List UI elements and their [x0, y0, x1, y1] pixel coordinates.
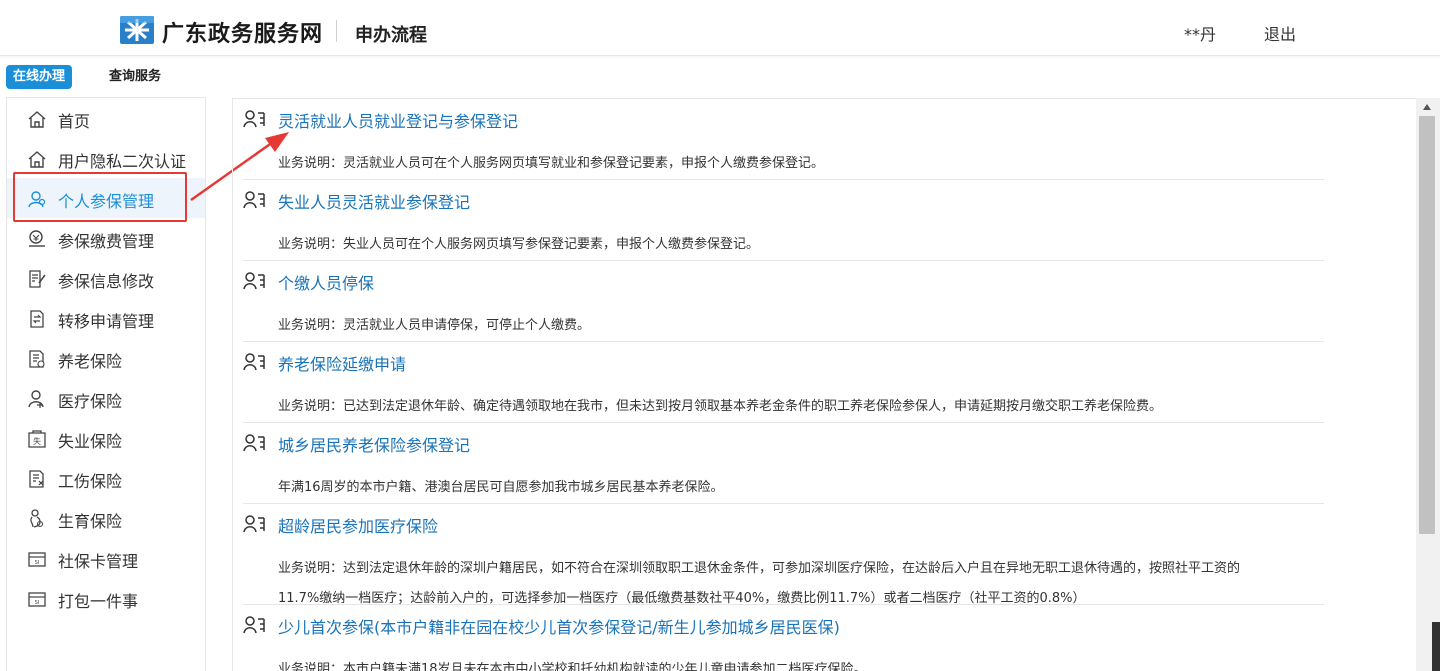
sidebar-item-0[interactable]: 首页 — [7, 98, 205, 138]
service-title-link[interactable]: 城乡居民养老保险参保登记 — [278, 432, 470, 456]
sidebar-item-4[interactable]: 参保信息修改 — [7, 258, 205, 298]
sidebar-item-6[interactable]: 养老保险 — [7, 338, 205, 378]
service-person-list-icon — [243, 110, 265, 128]
site-title: 广东政务服务网 — [162, 22, 324, 47]
sidebar-item-8[interactable]: 失 失业保险 — [7, 418, 205, 458]
service-person-list-icon — [243, 515, 265, 533]
sidebar-item-label: 转移申请管理 — [58, 312, 155, 331]
pension-doc-icon — [27, 349, 47, 369]
sidebar-item-label: 用户隐私二次认证 — [58, 152, 187, 171]
service-item: 少儿首次参保(本市户籍非在园在校少儿首次参保登记/新生儿参加城乡居民医保) 业务说… — [243, 605, 1324, 671]
header-divider — [336, 20, 337, 42]
home-icon — [27, 109, 47, 129]
service-title-link[interactable]: 个缴人员停保 — [278, 270, 374, 294]
sidebar-item-label: 失业保险 — [58, 432, 123, 451]
service-person-list-icon — [243, 353, 265, 371]
service-person-list-icon — [243, 272, 265, 290]
site-logo-icon — [120, 16, 154, 44]
package-icon: SI — [27, 589, 47, 609]
sidebar-item-label: 参保信息修改 — [58, 272, 155, 291]
service-description: 业务说明：已达到法定退休年龄、确定待遇领取地在我市，但未达到按月领取基本养老金条… — [278, 399, 1163, 414]
medical-person-icon — [27, 389, 47, 409]
scroll-up-icon[interactable] — [1423, 104, 1431, 110]
injury-doc-icon — [27, 469, 47, 489]
sidebar-item-11[interactable]: SI 社保卡管理 — [7, 538, 205, 578]
service-person-list-icon — [243, 434, 265, 452]
sidebar-item-10[interactable]: 生育保险 — [7, 498, 205, 538]
sidebar-item-label: 工伤保险 — [58, 472, 123, 491]
service-description: 业务说明：灵活就业人员可在个人服务网页填写就业和参保登记要素，申报个人缴费参保登… — [278, 156, 825, 171]
sidebar-item-label: 参保缴费管理 — [58, 232, 155, 251]
edit-doc-icon — [27, 269, 47, 289]
annotation-highlight-box — [13, 172, 187, 222]
service-description: 业务说明：灵活就业人员申请停保，可停止个人缴费。 — [278, 318, 591, 333]
service-description: 年满16周岁的本市户籍、港澳台居民可自愿参加我市城乡居民基本养老保险。 — [278, 480, 724, 495]
service-title-link[interactable]: 养老保险延缴申请 — [278, 351, 406, 375]
service-title-link[interactable]: 少儿首次参保(本市户籍非在园在校少儿首次参保登记/新生儿参加城乡居民医保) — [278, 614, 840, 638]
page-title: 申办流程 — [355, 25, 427, 46]
tab-online-service[interactable]: 在线办理 — [6, 65, 72, 89]
service-title-link[interactable]: 灵活就业人员就业登记与参保登记 — [278, 108, 518, 132]
sidebar-item-label: 医疗保险 — [58, 392, 123, 411]
sidebar-item-9[interactable]: 工伤保险 — [7, 458, 205, 498]
payment-icon — [27, 229, 47, 249]
service-item: 个缴人员停保业务说明：灵活就业人员申请停保，可停止个人缴费。 — [243, 261, 1324, 342]
sidebar-item-3[interactable]: 参保缴费管理 — [7, 218, 205, 258]
scroll-corner — [1432, 622, 1440, 671]
header: 广东政务服务网 申办流程 **丹 退出 — [0, 0, 1440, 56]
sidebar-item-5[interactable]: 转移申请管理 — [7, 298, 205, 338]
sidebar-item-label: 养老保险 — [58, 352, 123, 371]
service-item: 失业人员灵活就业参保登记业务说明：失业人员可在个人服务网页填写参保登记要素，申报… — [243, 180, 1324, 261]
sidebar-item-label: 首页 — [58, 112, 91, 131]
scrollbar[interactable] — [1416, 98, 1440, 671]
home-icon — [27, 149, 47, 169]
service-person-list-icon — [243, 191, 265, 209]
sidebar-item-7[interactable]: 医疗保险 — [7, 378, 205, 418]
sidebar-item-label: 生育保险 — [58, 512, 123, 531]
service-list: 灵活就业人员就业登记与参保登记业务说明：灵活就业人员可在个人服务网页填写就业和参… — [232, 98, 1440, 671]
service-description: 业务说明：本市户籍未满18岁且未在本市中小学校和托幼机构就读的少年儿童申请参加二… — [278, 662, 867, 671]
service-item: 养老保险延缴申请业务说明：已达到法定退休年龄、确定待遇领取地在我市，但未达到按月… — [243, 342, 1324, 423]
service-item: 城乡居民养老保险参保登记年满16周岁的本市户籍、港澳台居民可自愿参加我市城乡居民… — [243, 423, 1324, 504]
service-title-link[interactable]: 失业人员灵活就业参保登记 — [278, 189, 470, 213]
svg-text:失: 失 — [33, 436, 41, 446]
maternity-icon — [27, 509, 47, 529]
service-description: 业务说明：失业人员可在个人服务网页填写参保登记要素，申报个人缴费参保登记。 — [278, 237, 760, 252]
service-person-list-icon — [243, 616, 265, 634]
tab-query-service[interactable]: 查询服务 — [109, 65, 161, 89]
service-item: 灵活就业人员就业登记与参保登记业务说明：灵活就业人员可在个人服务网页填写就业和参… — [243, 99, 1324, 180]
sidebar-item-12[interactable]: SI 打包一件事 — [7, 578, 205, 618]
service-title-link[interactable]: 超龄居民参加医疗保险 — [278, 513, 438, 537]
svg-text:SI: SI — [35, 560, 40, 566]
unemployment-icon: 失 — [27, 429, 47, 449]
username: **丹 — [1184, 25, 1217, 44]
sidebar-item-label: 打包一件事 — [58, 592, 139, 611]
sidebar-item-label: 社保卡管理 — [58, 552, 139, 571]
logout-link[interactable]: 退出 — [1264, 21, 1296, 45]
service-item: 超龄居民参加医疗保险 业务说明：达到法定退休年龄的深圳户籍居民，如不符合在深圳领取… — [243, 504, 1324, 606]
svg-text:SI: SI — [35, 600, 40, 606]
transfer-icon — [27, 309, 47, 329]
scroll-thumb[interactable] — [1419, 116, 1435, 534]
card-icon: SI — [27, 549, 47, 569]
